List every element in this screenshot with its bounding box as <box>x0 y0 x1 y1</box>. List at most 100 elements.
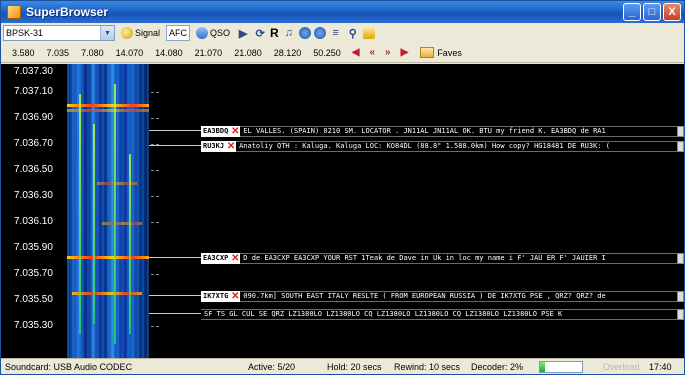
callsign-label[interactable]: EA3CXP <box>201 252 231 264</box>
signal-icon <box>121 27 133 39</box>
refresh-icon[interactable]: ⟳ <box>253 27 267 40</box>
main-toolbar: BPSK-31 ▼ Signal AFC QSO ▶ ⟳ R ♫ ≡ ⚲ <box>1 23 684 43</box>
minimize-button[interactable]: _ <box>623 3 641 21</box>
message-text: SF TS GL CUL SE QRZ LZ1380LO LZ1380LO CQ… <box>201 308 677 320</box>
decoded-message-row[interactable]: SF TS GL CUL SE QRZ LZ1380LO LZ1380LO CQ… <box>201 308 684 320</box>
decoded-message-row[interactable]: EA3CXP ✕ D de EA3CXP EA3CXP YOUR RST 1Te… <box>201 252 684 264</box>
status-bar: Soundcard: USB Audio CODEC Active: 5/20 … <box>1 358 684 375</box>
soundcard-status: Soundcard: USB Audio CODEC <box>5 362 133 372</box>
close-icon[interactable]: ✕ <box>230 125 241 137</box>
marker-dash <box>151 222 159 223</box>
marker-dash <box>151 170 159 171</box>
signal-streak <box>79 94 81 334</box>
callsign-label[interactable]: IK7XTG <box>201 290 231 302</box>
close-icon[interactable]: ✕ <box>226 140 237 152</box>
qso-button[interactable]: QSO <box>193 25 233 41</box>
window-title: SuperBrowser <box>26 5 109 19</box>
maximize-button[interactable]: □ <box>643 3 661 21</box>
band-button[interactable]: 28.120 <box>269 45 307 61</box>
expand-icon[interactable] <box>677 290 684 302</box>
afc-toggle[interactable]: AFC <box>166 25 191 41</box>
signal-trace <box>72 292 142 295</box>
band-button[interactable]: 14.080 <box>150 45 188 61</box>
signal-label: Signal <box>135 28 161 38</box>
bell-icon[interactable]: ♫ <box>282 27 296 39</box>
rewind-icon[interactable]: « <box>365 47 379 58</box>
message-text: D de EA3CXP EA3CXP YOUR RST 1Teak de Dav… <box>240 252 677 264</box>
r-button[interactable]: R <box>270 26 279 40</box>
list-icon[interactable]: ≡ <box>329 27 343 39</box>
rewind-status: Rewind: 10 secs <box>394 362 461 372</box>
search-icon[interactable]: ⚲ <box>346 27 360 40</box>
connector-line <box>149 313 201 314</box>
band-button[interactable]: 50.250 <box>308 45 346 61</box>
signal-trace <box>102 222 142 225</box>
signal-trace <box>97 182 137 185</box>
band-button[interactable]: 14.070 <box>111 45 149 61</box>
hold-status: Hold: 20 secs <box>327 362 382 372</box>
band-button[interactable]: 3.580 <box>7 45 40 61</box>
connector-line <box>149 145 201 146</box>
callsign-label[interactable]: EA3BDQ <box>201 125 231 137</box>
afc-label: AFC <box>169 28 188 38</box>
level-meter <box>539 361 583 373</box>
message-text: Anatoliy QTH : Kaluga. Kaluga LOC: KO84D… <box>236 140 677 152</box>
signal-button[interactable]: Signal <box>118 25 163 41</box>
forward-icon[interactable]: » <box>381 47 395 58</box>
next-icon[interactable]: ▶ <box>397 47 413 58</box>
marker-dash <box>151 196 159 197</box>
axis-label: 7.036.90 <box>14 112 53 123</box>
decoded-message-row[interactable]: EA3BDQ ✕ EL VALLES. (SPAIN) 0210 SM. LOC… <box>201 125 684 137</box>
play-icon[interactable]: ▶ <box>236 27 250 40</box>
message-text: EL VALLES. (SPAIN) 0210 SM. LOCATOR . JN… <box>240 125 677 137</box>
help-icon[interactable] <box>313 27 326 39</box>
close-icon[interactable]: ✕ <box>230 290 241 302</box>
expand-icon[interactable] <box>677 308 684 320</box>
mode-select-value: BPSK-31 <box>6 28 44 38</box>
level-meter-fill <box>540 362 545 372</box>
expand-icon[interactable] <box>677 125 684 137</box>
signal-streak <box>114 84 116 344</box>
chevron-down-icon[interactable]: ▼ <box>100 26 114 40</box>
title-bar[interactable]: SuperBrowser _ □ X <box>1 1 684 23</box>
active-status: Active: 5/20 <box>248 362 296 372</box>
qso-label: QSO <box>210 28 231 38</box>
band-button[interactable]: 21.070 <box>190 45 228 61</box>
decoded-message-row[interactable]: RU3KJ ✕ Anatoliy QTH : Kaluga. Kaluga LO… <box>201 140 684 152</box>
prev-icon[interactable]: ◀ <box>348 47 364 58</box>
faves-label: Faves <box>437 47 462 58</box>
axis-label: 7.037.10 <box>14 86 53 97</box>
connector-line <box>149 295 201 296</box>
axis-label: 7.037.30 <box>14 66 53 77</box>
band-button[interactable]: 7.035 <box>42 45 75 61</box>
axis-label: 7.036.70 <box>14 138 53 149</box>
axis-label: 7.035.70 <box>14 268 53 279</box>
frequency-axis: 7.037.30 7.037.10 7.036.90 7.036.70 7.03… <box>1 64 67 358</box>
close-icon[interactable]: ✕ <box>230 252 241 264</box>
waterfall-display[interactable] <box>67 64 149 358</box>
close-button[interactable]: X <box>663 3 681 21</box>
overload-indicator: Overload <box>603 362 640 372</box>
band-button[interactable]: 7.080 <box>76 45 109 61</box>
superbrowser-window: SuperBrowser _ □ X BPSK-31 ▼ Signal AFC … <box>0 0 685 375</box>
connector-line <box>149 257 201 258</box>
expand-icon[interactable] <box>677 252 684 264</box>
waterfall-panel[interactable]: 7.037.30 7.037.10 7.036.90 7.036.70 7.03… <box>1 64 684 358</box>
expand-icon[interactable] <box>677 140 684 152</box>
axis-label: 7.036.10 <box>14 216 53 227</box>
connector-line <box>149 130 201 131</box>
window-controls: _ □ X <box>623 3 681 21</box>
signal-streak <box>93 124 95 324</box>
band-button[interactable]: 21.080 <box>229 45 267 61</box>
settings-icon[interactable] <box>298 27 311 39</box>
faves-button[interactable]: Faves <box>414 47 462 58</box>
qso-icon <box>196 27 209 39</box>
decoded-message-row[interactable]: IK7XTG ✕ 090.7km] SOUTH EAST ITALY RESLT… <box>201 290 684 302</box>
folder-icon <box>420 47 435 58</box>
marker-dash <box>151 274 159 275</box>
tools-icon[interactable] <box>362 27 375 39</box>
marker-dash <box>151 92 159 93</box>
signal-streak <box>129 154 131 334</box>
mode-select[interactable]: BPSK-31 ▼ <box>3 25 115 41</box>
callsign-label[interactable]: RU3KJ <box>201 140 227 152</box>
